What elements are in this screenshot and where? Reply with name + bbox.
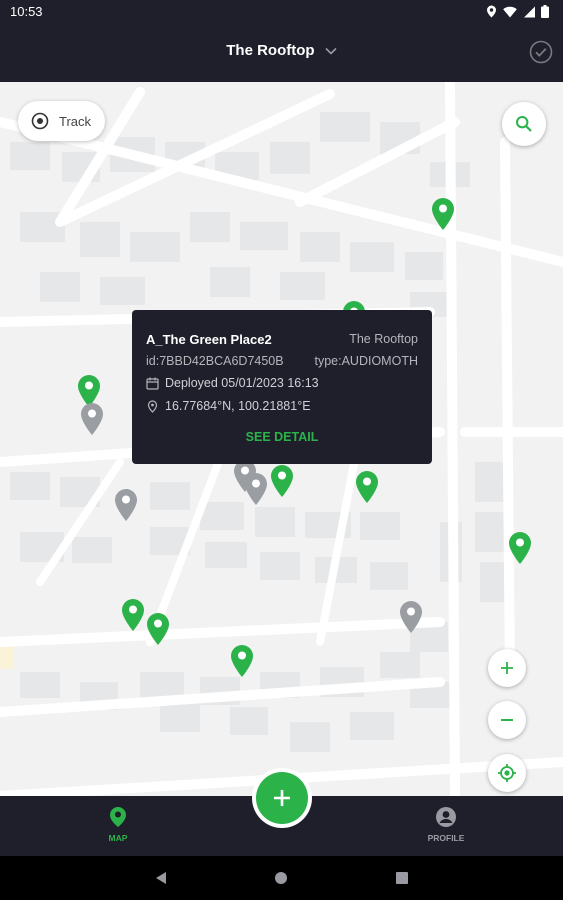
signal-icon (524, 6, 535, 17)
map-pin-gray[interactable] (80, 402, 104, 436)
system-nav-bar (0, 856, 563, 900)
coordinates: 16.77684°N, 100.21881°E (165, 399, 311, 413)
deployed-date: Deployed 05/01/2023 16:13 (165, 376, 319, 390)
deployed-row: Deployed 05/01/2023 16:13 (146, 376, 319, 390)
nav-map[interactable]: MAP (88, 806, 148, 843)
crosshair-icon (498, 764, 516, 782)
zoom-out-button[interactable] (488, 701, 526, 739)
device-popup[interactable]: A_The Green Place2 The Rooftop id:7BBD42… (132, 310, 432, 464)
map-pin-green[interactable] (270, 464, 294, 498)
device-site: The Rooftop (349, 332, 418, 346)
my-location-button[interactable] (488, 754, 526, 792)
map-pin-green[interactable] (146, 612, 170, 646)
location-pin-icon (147, 399, 158, 413)
map-pin-green[interactable] (121, 598, 145, 632)
map-pin-gray[interactable] (244, 472, 268, 506)
track-button[interactable]: Track (18, 101, 105, 141)
chevron-down-icon (325, 47, 337, 55)
device-type: type:AUDIOMOTH (314, 354, 419, 368)
app-bar: The Rooftop (0, 24, 563, 82)
add-button[interactable] (256, 772, 308, 824)
wifi-icon (503, 6, 517, 18)
map-pin-green[interactable] (431, 197, 455, 231)
nav-profile-label: PROFILE (427, 833, 465, 843)
plus-icon (274, 790, 290, 806)
map-view[interactable]: Track A_The Green Place2 The Rooftop id:… (0, 82, 563, 796)
search-button[interactable] (502, 102, 546, 146)
location-status-icon (487, 5, 496, 18)
plus-icon (501, 662, 513, 674)
device-id: id:7BBD42BCA6D7450B (146, 354, 284, 368)
map-pin-gray[interactable] (399, 600, 423, 634)
status-bar: 10:53 (0, 0, 563, 24)
minus-icon (501, 719, 513, 721)
device-name: A_The Green Place2 (146, 332, 272, 347)
see-detail-button[interactable]: SEE DETAIL (132, 430, 432, 444)
recents-icon[interactable] (395, 871, 409, 885)
search-icon (516, 116, 532, 132)
zoom-in-button[interactable] (488, 649, 526, 687)
nav-map-label: MAP (108, 833, 128, 843)
coordinates-row: 16.77684°N, 100.21881°E (146, 399, 311, 413)
status-icons (486, 5, 549, 18)
track-label: Track (59, 113, 92, 129)
map-pin-green[interactable] (355, 470, 379, 504)
target-icon (31, 112, 49, 130)
page-title: The Rooftop (226, 42, 315, 59)
nav-profile[interactable]: PROFILE (416, 806, 476, 843)
site-selector[interactable]: The Rooftop (0, 42, 563, 59)
map-pin-green[interactable] (230, 644, 254, 678)
status-time: 10:53 (10, 4, 43, 19)
map-pin-green[interactable] (508, 531, 532, 565)
account-circle-icon (436, 807, 456, 827)
battery-icon (541, 5, 549, 18)
check-circle-icon[interactable] (529, 40, 553, 64)
home-icon[interactable] (274, 871, 288, 885)
back-icon[interactable] (154, 871, 168, 885)
map-pin-icon (110, 807, 126, 827)
calendar-icon (146, 377, 159, 390)
map-pin-gray[interactable] (114, 488, 138, 522)
